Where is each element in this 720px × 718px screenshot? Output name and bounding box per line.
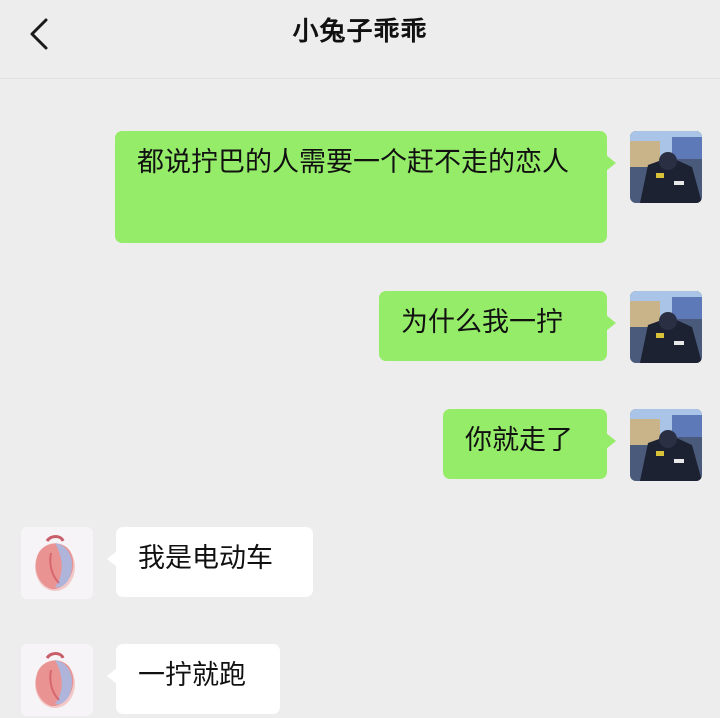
my-avatar[interactable]	[630, 409, 702, 481]
message-text: 为什么我一拧	[401, 307, 563, 338]
message-bubble-received[interactable]: 一拧就跑	[107, 644, 280, 714]
message-bubble-sent[interactable]: 都说拧巴的人需要一个赶不走的恋人	[115, 131, 616, 243]
message-text: 我是电动车	[138, 543, 273, 574]
heart-illustration-icon	[21, 527, 93, 599]
message-text: 你就走了	[465, 425, 573, 456]
avatar-photo-icon	[630, 131, 702, 203]
message-bubble-sent[interactable]: 为什么我一拧	[379, 291, 616, 361]
avatar-photo-icon	[630, 409, 702, 481]
message-bubble-received[interactable]: 我是电动车	[107, 527, 313, 597]
message-text: 一拧就跑	[138, 660, 246, 691]
chat-title: 小兔子乖乖	[292, 17, 428, 47]
message-bubble-sent[interactable]: 你就走了	[443, 409, 616, 479]
contact-avatar[interactable]	[21, 644, 93, 716]
heart-illustration-icon	[21, 644, 93, 716]
my-avatar[interactable]	[630, 131, 702, 203]
chat-header: 小兔子乖乖	[0, 0, 720, 79]
contact-avatar[interactable]	[21, 527, 93, 599]
my-avatar[interactable]	[630, 291, 702, 363]
avatar-photo-icon	[630, 291, 702, 363]
message-text: 都说拧巴的人需要一个赶不走的恋人	[137, 147, 569, 178]
